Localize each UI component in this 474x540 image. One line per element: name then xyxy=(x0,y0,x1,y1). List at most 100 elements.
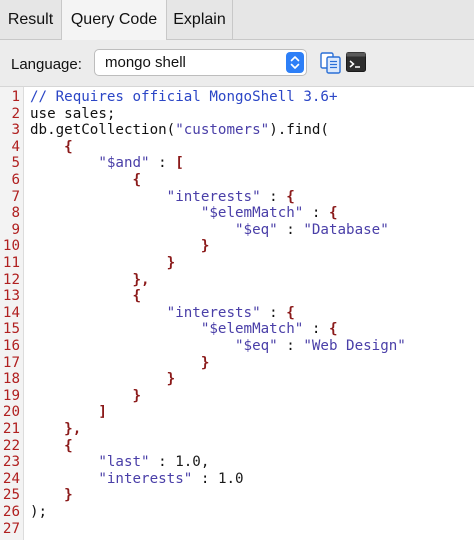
language-label: Language: xyxy=(11,56,82,73)
code-token: "customers" xyxy=(175,122,270,139)
tab-explain-label: Explain xyxy=(173,11,226,28)
code-line: 9 "$eq" : "Database" xyxy=(0,222,474,239)
code-line: 27 xyxy=(0,521,474,538)
tab-bar: Result Query Code Explain xyxy=(0,0,474,41)
code-text: // Requires official MongoShell 3.6+ xyxy=(30,89,338,106)
tab-result[interactable]: Result xyxy=(0,0,62,40)
tab-query-code-label: Query Code xyxy=(70,11,158,28)
code-editor[interactable]: 1 // Requires official MongoShell 3.6+ 2 us… xyxy=(0,86,474,540)
code-line: 5 "$and" : [ xyxy=(0,155,474,172)
code-token: { xyxy=(286,304,295,321)
line-number: 21 xyxy=(2,421,20,437)
code-text: "$and" : [ xyxy=(30,155,184,172)
code-token: } xyxy=(64,487,73,504)
chevron-updown-icon xyxy=(286,52,304,73)
code-line: 14 "interests" : { xyxy=(0,305,474,322)
language-toolbar: Language: mongo shell xyxy=(0,40,474,86)
code-text: "interests" : 1.0 xyxy=(30,470,243,488)
code-token: { xyxy=(328,205,338,222)
code-text: { xyxy=(30,172,142,189)
line-number: 20 xyxy=(2,404,20,421)
terminal-icon[interactable] xyxy=(346,52,368,74)
line-number: 2 xyxy=(11,105,20,122)
code-text: } xyxy=(30,387,142,405)
line-number: 25 xyxy=(2,487,20,504)
line-number: 27 xyxy=(2,520,20,537)
line-number: 7 xyxy=(11,188,20,205)
code-line: 19 } xyxy=(0,388,474,405)
code-token: : xyxy=(303,205,329,222)
code-text: } xyxy=(30,238,210,255)
code-text: { xyxy=(30,438,73,455)
code-token: "last" xyxy=(98,454,150,471)
code-token: } xyxy=(200,354,210,371)
code-text: "$eq" : "Web Design" xyxy=(30,338,406,355)
code-token: ] xyxy=(98,404,107,421)
code-text: "interests" : { xyxy=(30,189,295,206)
code-token: { xyxy=(286,188,295,205)
line-number: 26 xyxy=(2,504,20,520)
code-token: "interests" xyxy=(166,188,261,205)
code-text: "$elemMatch" : { xyxy=(30,321,338,338)
line-number: 24 xyxy=(2,470,20,487)
line-number: 4 xyxy=(11,138,20,155)
code-text: "interests" : { xyxy=(30,305,295,322)
language-select[interactable]: mongo shell xyxy=(94,49,307,76)
line-number: 15 xyxy=(2,321,20,338)
code-token: db.getCollection( xyxy=(30,122,176,139)
code-token: : xyxy=(149,155,176,172)
code-line: 2 use sales; xyxy=(0,106,474,123)
code-text: ] xyxy=(30,404,107,421)
line-number: 5 xyxy=(11,155,20,172)
code-token: : xyxy=(303,321,329,338)
code-text: ); xyxy=(30,504,47,521)
tab-query-code[interactable]: Query Code xyxy=(61,0,167,41)
tab-explain[interactable]: Explain xyxy=(167,0,233,40)
code-line: 25 } xyxy=(0,487,474,504)
code-line: 10 } xyxy=(0,238,474,255)
code-text: } xyxy=(30,487,73,504)
code-token: : xyxy=(277,221,304,238)
code-line: 18 } xyxy=(0,371,474,388)
code-token: { xyxy=(132,288,142,305)
code-line: 8 "$elemMatch" : { xyxy=(0,205,474,222)
line-number: 10 xyxy=(2,238,20,255)
code-text: "last" : 1.0, xyxy=(30,454,209,471)
line-number: 23 xyxy=(2,454,20,471)
code-text: { xyxy=(30,288,142,305)
code-line: 16 "$eq" : "Web Design" xyxy=(0,338,474,355)
code-line: 22 { xyxy=(0,438,474,455)
code-token: "$elemMatch" xyxy=(200,205,304,222)
code-line: 6 { xyxy=(0,172,474,189)
code-token: use sales; xyxy=(30,105,116,122)
tab-result-label: Result xyxy=(7,11,54,28)
code-token: } xyxy=(132,387,142,404)
code-token: "$elemMatch" xyxy=(200,321,304,338)
code-line: 21 }, xyxy=(0,421,474,438)
code-token: { xyxy=(64,437,73,454)
code-token: } xyxy=(166,371,176,388)
code-line: 11 } xyxy=(0,255,474,272)
line-number: 1 xyxy=(11,89,20,105)
code-token: : xyxy=(277,338,304,354)
code-token: 1.0, xyxy=(175,454,210,471)
code-token: : xyxy=(192,470,218,487)
code-token: [ xyxy=(175,155,184,172)
code-token: { xyxy=(328,321,338,338)
code-text: } xyxy=(30,371,176,388)
code-token: { xyxy=(132,172,142,188)
copy-icon[interactable] xyxy=(320,52,342,74)
line-number: 14 xyxy=(2,304,20,321)
line-number: 16 xyxy=(2,338,20,354)
